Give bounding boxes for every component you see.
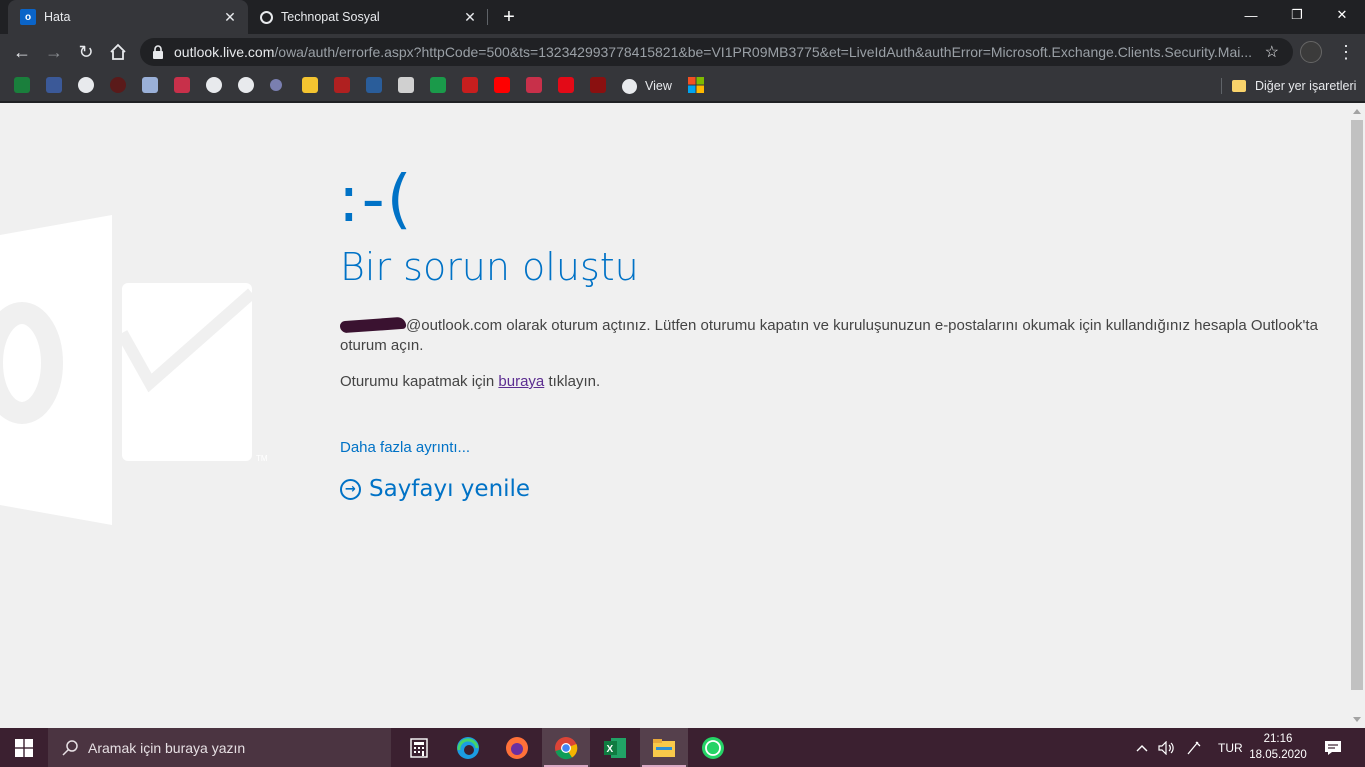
windows-start-icon[interactable] — [0, 728, 48, 767]
other-bookmarks-label: Diğer yer işaretleri — [1255, 79, 1357, 93]
bookmark-icon[interactable] — [558, 77, 574, 93]
bookmark-icon[interactable] — [430, 77, 446, 93]
outlook-watermark-icon: TM — [0, 215, 268, 525]
error-message: @outlook.com olarak oturum açtınız. Lütf… — [339, 316, 1318, 354]
tab-title: Technopat Sosyal — [281, 10, 380, 24]
address-bar[interactable]: outlook.live.com/owa/auth/errorfe.aspx?h… — [140, 38, 1293, 66]
close-tab-icon[interactable]: ✕ — [220, 7, 240, 27]
globe-icon[interactable] — [78, 77, 94, 93]
bookmark-icon[interactable] — [110, 77, 126, 93]
excel-icon[interactable]: X — [591, 728, 639, 767]
notifications-icon[interactable] — [1324, 728, 1342, 767]
facebook-icon[interactable] — [46, 77, 62, 93]
bookmark-icon[interactable] — [302, 77, 318, 93]
bookmark-star-icon[interactable]: ☆ — [1265, 42, 1279, 62]
url-text: outlook.live.com/owa/auth/errorfe.aspx?h… — [174, 44, 1253, 60]
new-tab-icon[interactable]: + — [498, 6, 520, 28]
minimize-icon[interactable]: — — [1228, 0, 1274, 30]
browser-toolbar: ← → ↻ outlook.live.com/owa/auth/errorfe.… — [0, 34, 1365, 70]
clock-date: 18.05.2020 — [1249, 749, 1307, 761]
search-icon — [62, 739, 78, 756]
signout-text: Oturumu kapatmak için buraya tıklayın. — [340, 373, 601, 390]
bookmark-icon[interactable] — [462, 77, 478, 93]
calculator-icon[interactable] — [395, 728, 443, 767]
tab-separator — [487, 9, 488, 25]
redacted-username — [339, 316, 407, 334]
close-tab-icon[interactable]: ✕ — [460, 7, 480, 27]
scroll-up-icon[interactable] — [1353, 109, 1361, 114]
outlook-icon: o — [20, 9, 36, 25]
close-window-icon[interactable]: ✕ — [1319, 0, 1365, 30]
scroll-down-icon[interactable] — [1353, 717, 1361, 722]
tab-strip: o Hata ✕ Technopat Sosyal ✕ + — ❐ ✕ — [0, 0, 1365, 34]
whatsapp-icon[interactable] — [689, 728, 737, 767]
show-hidden-icons[interactable] — [1136, 728, 1148, 767]
bookmark-icon[interactable] — [590, 77, 606, 93]
other-bookmarks[interactable]: Diğer yer işaretleri — [1232, 76, 1356, 96]
arrow-right-circle-icon: → — [340, 478, 361, 500]
page-title: Bir sorun oluştu — [340, 245, 639, 289]
sad-face: :-( — [338, 163, 414, 237]
bookmark-icon[interactable] — [526, 77, 542, 93]
taskbar-search[interactable]: Aramak için buraya yazın — [48, 728, 391, 767]
volume-icon[interactable] — [1158, 728, 1176, 767]
signout-link[interactable]: buraya — [498, 373, 544, 390]
bookmark-view[interactable]: View — [622, 77, 672, 95]
bookmark-separator — [1221, 78, 1222, 94]
folder-icon — [1232, 80, 1246, 92]
more-details-link[interactable]: Daha fazla ayrıntı... — [340, 439, 470, 456]
refresh-page-button[interactable]: → Sayfayı yenile — [340, 476, 530, 502]
forward-icon[interactable]: → — [40, 38, 68, 66]
error-page: TM :-( Bir sorun oluştu @outlook.com ola… — [0, 103, 1349, 728]
home-icon[interactable] — [104, 38, 132, 66]
menu-icon[interactable]: ⋮ — [1336, 40, 1356, 64]
chrome-icon[interactable] — [542, 728, 590, 767]
bookmark-icon[interactable] — [14, 77, 30, 93]
technopat-icon — [260, 10, 273, 24]
globe-icon[interactable] — [206, 77, 222, 93]
microsoft-icon[interactable] — [688, 77, 704, 93]
page-scrollbar[interactable] — [1349, 103, 1365, 728]
globe-icon[interactable] — [238, 77, 254, 93]
bookmark-icon[interactable] — [270, 79, 282, 91]
bookmark-icon[interactable] — [334, 77, 350, 93]
file-explorer-icon[interactable] — [640, 728, 688, 767]
lock-icon — [153, 45, 163, 59]
pen-icon[interactable] — [1186, 728, 1202, 767]
tab-hata[interactable]: o Hata ✕ — [8, 0, 248, 34]
clock-time: 21:16 — [1263, 733, 1293, 745]
tab-title: Hata — [44, 10, 71, 24]
bookmarks-bar: View Diğer yer işaretleri — [0, 70, 1365, 102]
restore-icon[interactable]: ❐ — [1274, 0, 1320, 30]
bookmark-icon[interactable] — [398, 77, 414, 93]
edge-icon[interactable] — [444, 728, 492, 767]
bookmark-label: View — [645, 79, 672, 93]
reload-icon[interactable]: ↻ — [72, 38, 100, 66]
tab-technopat[interactable]: Technopat Sosyal ✕ — [248, 0, 488, 34]
svg-text:X: X — [607, 744, 614, 755]
input-language[interactable]: TUR — [1218, 728, 1243, 767]
back-icon[interactable]: ← — [8, 38, 36, 66]
bookmark-icon[interactable] — [366, 77, 382, 93]
profile-avatar[interactable] — [1300, 41, 1322, 63]
system-clock[interactable]: 21:16 18.05.2020 — [1248, 731, 1308, 763]
globe-icon — [622, 78, 637, 94]
firefox-icon[interactable] — [493, 728, 541, 767]
youtube-icon[interactable] — [494, 77, 510, 93]
search-placeholder: Aramak için buraya yazın — [88, 739, 246, 756]
bookmark-icon[interactable] — [142, 77, 158, 93]
svg-text:TM: TM — [256, 454, 268, 463]
refresh-label: Sayfayı yenile — [369, 476, 531, 502]
windows-taskbar: Aramak için buraya yazın X TUR 21:16 18.… — [0, 728, 1365, 767]
scroll-thumb[interactable] — [1351, 120, 1363, 690]
bookmark-icon[interactable] — [174, 77, 190, 93]
